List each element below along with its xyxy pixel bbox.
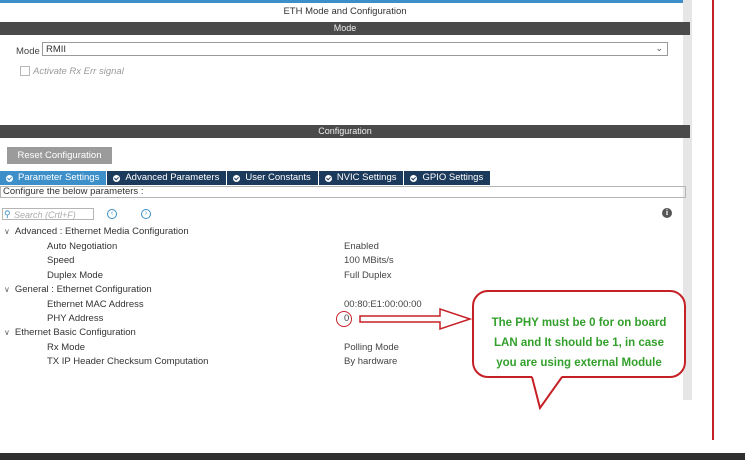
info-icon[interactable]: i xyxy=(662,208,672,218)
tab-label: NVIC Settings xyxy=(336,172,397,183)
mode-select-value: RMII xyxy=(46,44,67,55)
window-title: ETH Mode and Configuration xyxy=(283,6,407,17)
bottom-bar xyxy=(0,453,745,460)
param-mac-address[interactable]: Ethernet MAC Address xyxy=(47,299,144,310)
tab-label: User Constants xyxy=(245,172,311,183)
tab-label: Parameter Settings xyxy=(18,172,100,183)
next-icon[interactable]: › xyxy=(141,209,151,219)
callout-line-3: you are using external Module xyxy=(496,357,662,369)
configuration-section-header: Configuration xyxy=(0,125,690,138)
chevron-down-icon: ∨ xyxy=(4,328,10,337)
check-circle-icon xyxy=(410,174,418,182)
annotation-callout: The PHY must be 0 for on board LAN and I… xyxy=(472,290,686,378)
group-label: General : Ethernet Configuration xyxy=(14,284,152,295)
value-speed[interactable]: 100 MBits/s xyxy=(344,255,394,266)
mode-select[interactable]: RMII ⌄ xyxy=(42,42,668,56)
tab-user-constants[interactable]: User Constants xyxy=(227,171,318,185)
callout-line-2: LAN and It should be 1, in case xyxy=(494,337,664,349)
top-accent-line xyxy=(0,0,690,3)
value-auto-negotiation[interactable]: Enabled xyxy=(344,241,379,252)
reset-configuration-button[interactable]: Reset Configuration xyxy=(7,147,112,164)
param-rx-mode[interactable]: Rx Mode xyxy=(47,342,85,353)
param-speed[interactable]: Speed xyxy=(47,255,74,266)
annotation-arrow-icon xyxy=(359,307,473,331)
check-circle-icon xyxy=(324,174,332,182)
value-duplex-mode[interactable]: Full Duplex xyxy=(344,270,392,281)
tab-label: GPIO Settings xyxy=(422,172,484,183)
tab-advanced-parameters[interactable]: Advanced Parameters xyxy=(107,171,227,185)
mode-label: Mode xyxy=(16,46,40,57)
instructions-text: Configure the below parameters : xyxy=(0,186,686,198)
group-ethernet-media-configuration[interactable]: ∨ Advanced : Ethernet Media Configuration xyxy=(4,226,189,237)
chevron-down-icon: ∨ xyxy=(4,285,10,294)
callout-line-1: The PHY must be 0 for on board xyxy=(491,317,667,329)
group-ethernet-basic-configuration[interactable]: ∨ Ethernet Basic Configuration xyxy=(4,327,136,338)
mode-section-header: Mode xyxy=(0,22,690,35)
tab-parameter-settings[interactable]: Parameter Settings xyxy=(0,171,107,185)
group-ethernet-configuration[interactable]: ∨ General : Ethernet Configuration xyxy=(4,284,152,295)
rx-err-label: Activate Rx Err signal xyxy=(33,66,124,77)
previous-icon[interactable]: ‹ xyxy=(107,209,117,219)
group-label: Ethernet Basic Configuration xyxy=(14,327,136,338)
config-tabs: Parameter Settings Advanced Parameters U… xyxy=(0,171,491,185)
value-tx-checksum[interactable]: By hardware xyxy=(344,356,397,367)
value-rx-mode[interactable]: Polling Mode xyxy=(344,342,399,353)
param-duplex-mode[interactable]: Duplex Mode xyxy=(47,270,103,281)
annotation-vertical-line xyxy=(712,0,714,440)
search-placeholder: Search (Crtl+F) xyxy=(14,210,76,220)
tab-nvic-settings[interactable]: NVIC Settings xyxy=(318,171,404,185)
param-phy-address[interactable]: PHY Address xyxy=(47,313,103,324)
check-circle-icon xyxy=(113,174,121,182)
tab-gpio-settings[interactable]: GPIO Settings xyxy=(404,171,491,185)
tab-label: Advanced Parameters xyxy=(125,172,220,183)
check-circle-icon xyxy=(6,174,13,182)
callout-tail xyxy=(531,376,563,410)
param-auto-negotiation[interactable]: Auto Negotiation xyxy=(47,241,117,252)
rx-err-checkbox[interactable] xyxy=(20,66,30,76)
check-circle-icon xyxy=(233,174,241,182)
chevron-down-icon: ⌄ xyxy=(655,43,663,53)
chevron-down-icon: ∨ xyxy=(4,227,10,236)
search-icon: ⚲ xyxy=(4,209,11,219)
group-label: Advanced : Ethernet Media Configuration xyxy=(14,226,189,237)
param-tx-checksum[interactable]: TX IP Header Checksum Computation xyxy=(47,356,208,367)
search-input[interactable]: ⚲ Search (Crtl+F) xyxy=(2,208,94,220)
phy-highlight-circle xyxy=(336,311,352,327)
